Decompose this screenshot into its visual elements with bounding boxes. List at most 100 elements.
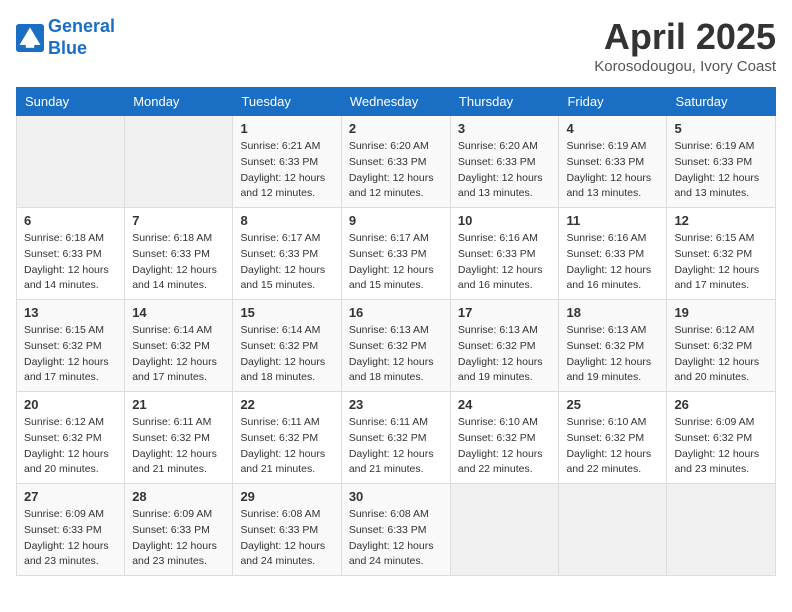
calendar-cell (450, 484, 559, 576)
day-number: 14 (132, 305, 225, 320)
calendar-cell (17, 116, 125, 208)
day-info: Sunrise: 6:14 AM Sunset: 6:32 PM Dayligh… (240, 323, 333, 386)
day-info: Sunrise: 6:10 AM Sunset: 6:32 PM Dayligh… (566, 415, 659, 478)
weekday-header-thursday: Thursday (450, 88, 559, 116)
day-number: 22 (240, 397, 333, 412)
calendar-cell: 23 Sunrise: 6:11 AM Sunset: 6:32 PM Dayli… (341, 392, 450, 484)
calendar-cell: 24 Sunrise: 6:10 AM Sunset: 6:32 PM Dayli… (450, 392, 559, 484)
calendar-cell (125, 116, 233, 208)
day-info: Sunrise: 6:13 AM Sunset: 6:32 PM Dayligh… (458, 323, 552, 386)
weekday-header-sunday: Sunday (17, 88, 125, 116)
day-number: 21 (132, 397, 225, 412)
calendar-table: SundayMondayTuesdayWednesdayThursdayFrid… (16, 87, 776, 576)
weekday-header-saturday: Saturday (667, 88, 776, 116)
calendar-cell (559, 484, 667, 576)
calendar-week-row: 13Sunrise: 6:15 AM Sunset: 6:32 PM Dayli… (17, 300, 776, 392)
day-info: Sunrise: 6:16 AM Sunset: 6:33 PM Dayligh… (458, 231, 552, 294)
calendar-cell: 30Sunrise: 6:08 AM Sunset: 6:33 PM Dayli… (341, 484, 450, 576)
day-number: 18 (566, 305, 659, 320)
calendar-cell: 6 Sunrise: 6:18 AM Sunset: 6:33 PM Daylig… (17, 208, 125, 300)
calendar-header-row: SundayMondayTuesdayWednesdayThursdayFrid… (17, 88, 776, 116)
day-number: 29 (240, 489, 333, 504)
day-info: Sunrise: 6:11 AM Sunset: 6:32 PM Dayligh… (240, 415, 333, 478)
calendar-cell: 7 Sunrise: 6:18 AM Sunset: 6:33 PM Daylig… (125, 208, 233, 300)
weekday-header-tuesday: Tuesday (233, 88, 341, 116)
calendar-cell: 1 Sunrise: 6:21 AM Sunset: 6:33 PM Daylig… (233, 116, 341, 208)
day-number: 6 (24, 213, 117, 228)
day-number: 7 (132, 213, 225, 228)
calendar-cell: 11Sunrise: 6:16 AM Sunset: 6:33 PM Dayli… (559, 208, 667, 300)
day-info: Sunrise: 6:08 AM Sunset: 6:33 PM Dayligh… (240, 507, 333, 570)
calendar-body: 1 Sunrise: 6:21 AM Sunset: 6:33 PM Daylig… (17, 116, 776, 576)
day-info: Sunrise: 6:20 AM Sunset: 6:33 PM Dayligh… (349, 139, 443, 202)
calendar-week-row: 20 Sunrise: 6:12 AM Sunset: 6:32 PM Dayli… (17, 392, 776, 484)
day-info: Sunrise: 6:18 AM Sunset: 6:33 PM Dayligh… (24, 231, 117, 294)
day-number: 27 (24, 489, 117, 504)
calendar-cell: 28 Sunrise: 6:09 AM Sunset: 6:33 PM Dayli… (125, 484, 233, 576)
day-info: Sunrise: 6:11 AM Sunset: 6:32 PM Dayligh… (349, 415, 443, 478)
calendar-cell: 4 Sunrise: 6:19 AM Sunset: 6:33 PM Daylig… (559, 116, 667, 208)
day-info: Sunrise: 6:21 AM Sunset: 6:33 PM Dayligh… (240, 139, 333, 202)
day-number: 28 (132, 489, 225, 504)
day-number: 15 (240, 305, 333, 320)
day-number: 20 (24, 397, 117, 412)
day-number: 13 (24, 305, 117, 320)
calendar-cell: 8 Sunrise: 6:17 AM Sunset: 6:33 PM Daylig… (233, 208, 341, 300)
calendar-cell: 27Sunrise: 6:09 AM Sunset: 6:33 PM Dayli… (17, 484, 125, 576)
calendar-cell: 29 Sunrise: 6:08 AM Sunset: 6:33 PM Dayli… (233, 484, 341, 576)
weekday-header-wednesday: Wednesday (341, 88, 450, 116)
day-number: 16 (349, 305, 443, 320)
day-number: 10 (458, 213, 552, 228)
calendar-week-row: 6 Sunrise: 6:18 AM Sunset: 6:33 PM Daylig… (17, 208, 776, 300)
day-number: 17 (458, 305, 552, 320)
day-number: 12 (674, 213, 768, 228)
day-number: 25 (566, 397, 659, 412)
day-number: 24 (458, 397, 552, 412)
title-block: April 2025 Korosodougou, Ivory Coast (594, 16, 776, 75)
calendar-cell: 10 Sunrise: 6:16 AM Sunset: 6:33 PM Dayli… (450, 208, 559, 300)
day-number: 4 (566, 121, 659, 136)
day-info: Sunrise: 6:12 AM Sunset: 6:32 PM Dayligh… (674, 323, 768, 386)
calendar-cell: 19 Sunrise: 6:12 AM Sunset: 6:32 PM Dayli… (667, 300, 776, 392)
day-number: 19 (674, 305, 768, 320)
calendar-cell: 17 Sunrise: 6:13 AM Sunset: 6:32 PM Dayli… (450, 300, 559, 392)
calendar-cell: 22 Sunrise: 6:11 AM Sunset: 6:32 PM Dayli… (233, 392, 341, 484)
day-info: Sunrise: 6:16 AM Sunset: 6:33 PM Dayligh… (566, 231, 659, 294)
calendar-cell: 21 Sunrise: 6:11 AM Sunset: 6:32 PM Dayli… (125, 392, 233, 484)
day-info: Sunrise: 6:17 AM Sunset: 6:33 PM Dayligh… (240, 231, 333, 294)
day-info: Sunrise: 6:09 AM Sunset: 6:33 PM Dayligh… (132, 507, 225, 570)
day-number: 8 (240, 213, 333, 228)
calendar-cell: 18Sunrise: 6:13 AM Sunset: 6:32 PM Dayli… (559, 300, 667, 392)
logo-icon (16, 24, 44, 52)
calendar-cell: 26Sunrise: 6:09 AM Sunset: 6:32 PM Dayli… (667, 392, 776, 484)
day-info: Sunrise: 6:17 AM Sunset: 6:33 PM Dayligh… (349, 231, 443, 294)
calendar-cell: 25 Sunrise: 6:10 AM Sunset: 6:32 PM Dayli… (559, 392, 667, 484)
day-number: 23 (349, 397, 443, 412)
weekday-header-monday: Monday (125, 88, 233, 116)
calendar-cell: 16Sunrise: 6:13 AM Sunset: 6:32 PM Dayli… (341, 300, 450, 392)
calendar-week-row: 1 Sunrise: 6:21 AM Sunset: 6:33 PM Daylig… (17, 116, 776, 208)
location-subtitle: Korosodougou, Ivory Coast (594, 58, 776, 75)
calendar-cell: 13Sunrise: 6:15 AM Sunset: 6:32 PM Dayli… (17, 300, 125, 392)
weekday-header-friday: Friday (559, 88, 667, 116)
day-info: Sunrise: 6:19 AM Sunset: 6:33 PM Dayligh… (674, 139, 768, 202)
logo-text: General Blue (48, 16, 115, 59)
day-info: Sunrise: 6:08 AM Sunset: 6:33 PM Dayligh… (349, 507, 443, 570)
calendar-cell: 3Sunrise: 6:20 AM Sunset: 6:33 PM Daylig… (450, 116, 559, 208)
day-number: 3 (458, 121, 552, 136)
day-number: 1 (240, 121, 333, 136)
calendar-cell (667, 484, 776, 576)
calendar-cell: 5Sunrise: 6:19 AM Sunset: 6:33 PM Daylig… (667, 116, 776, 208)
day-info: Sunrise: 6:10 AM Sunset: 6:32 PM Dayligh… (458, 415, 552, 478)
logo: General Blue (16, 16, 115, 59)
day-number: 9 (349, 213, 443, 228)
day-info: Sunrise: 6:12 AM Sunset: 6:32 PM Dayligh… (24, 415, 117, 478)
calendar-cell: 2 Sunrise: 6:20 AM Sunset: 6:33 PM Daylig… (341, 116, 450, 208)
day-info: Sunrise: 6:18 AM Sunset: 6:33 PM Dayligh… (132, 231, 225, 294)
page-header: General Blue April 2025 Korosodougou, Iv… (16, 16, 776, 75)
day-info: Sunrise: 6:14 AM Sunset: 6:32 PM Dayligh… (132, 323, 225, 386)
day-number: 2 (349, 121, 443, 136)
calendar-cell: 9 Sunrise: 6:17 AM Sunset: 6:33 PM Daylig… (341, 208, 450, 300)
day-info: Sunrise: 6:11 AM Sunset: 6:32 PM Dayligh… (132, 415, 225, 478)
day-info: Sunrise: 6:19 AM Sunset: 6:33 PM Dayligh… (566, 139, 659, 202)
